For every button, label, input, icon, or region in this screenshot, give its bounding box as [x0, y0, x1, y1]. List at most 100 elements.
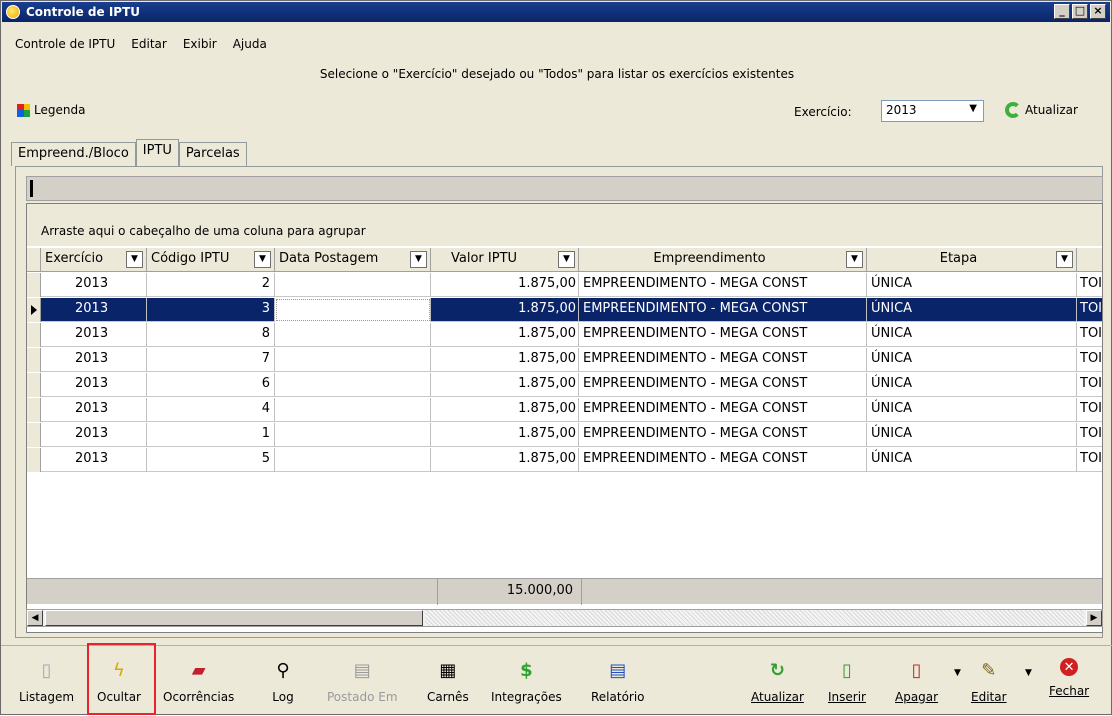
ocorrencias-label: Ocorrências [163, 690, 235, 704]
grid-header: Exercício ▼ Código IPTU ▼ Data Postagem … [27, 248, 1102, 272]
integracoes-button[interactable]: $ Integrações [491, 652, 562, 712]
cell-valor: 1.875,00 [431, 348, 579, 372]
cell-data-focused[interactable] [275, 298, 431, 322]
calendar-icon: ▤ [353, 659, 371, 681]
cell-etapa: ÚNICA [867, 398, 1077, 422]
relatorio-label: Relatório [591, 690, 645, 704]
col-valor-label: Valor IPTU [451, 251, 518, 266]
col-codigo[interactable]: Código IPTU ▼ [147, 248, 275, 272]
postado-em-label: Postado Em [327, 690, 398, 704]
integracoes-label: Integrações [491, 690, 562, 704]
chevron-down-icon[interactable]: ▼ [410, 251, 427, 268]
maximize-button[interactable]: □ [1072, 4, 1088, 19]
cell-empreendimento: EMPREENDIMENTO - MEGA CONST [579, 273, 867, 297]
col-etapa[interactable]: Etapa ▼ [867, 248, 1077, 272]
fechar-button[interactable]: ✕ Fechar [1049, 652, 1089, 712]
top-refresh-label: Atualizar [1025, 103, 1078, 117]
horizontal-scrollbar[interactable]: ◀ ▶ [26, 609, 1103, 627]
atualizar-button[interactable]: ↻ Atualizar [751, 652, 804, 712]
table-row[interactable]: 2013 4 1.875,00 EMPREENDIMENTO - MEGA CO… [27, 398, 1102, 422]
cell-codigo: 1 [147, 423, 275, 447]
chevron-down-icon[interactable]: ▼ [126, 251, 143, 268]
close-window-button[interactable]: × [1090, 4, 1106, 19]
scroll-track[interactable] [425, 610, 1084, 626]
apagar-button[interactable]: ▯ Apagar [895, 652, 938, 712]
menu-editar[interactable]: Editar [129, 37, 169, 57]
grid-footer: 15.000,00 [27, 578, 1102, 605]
log-button[interactable]: ⚲ Log [271, 652, 295, 712]
legend-label: Legenda [34, 103, 86, 117]
col-exercicio[interactable]: Exercício ▼ [41, 248, 147, 272]
ocorrencias-button[interactable]: ▰ Ocorrências [163, 652, 234, 712]
editar-label: Editar [971, 690, 1007, 704]
grid-filter-bar[interactable] [26, 176, 1103, 201]
menu-controle[interactable]: Controle de IPTU [13, 37, 117, 57]
tab-parcelas[interactable]: Parcelas [178, 142, 247, 166]
refresh-icon [1005, 102, 1021, 118]
exercicio-select[interactable]: 2013 ▼ [881, 100, 984, 122]
legend-button[interactable]: Legenda [17, 103, 85, 117]
row-indicator [27, 373, 41, 397]
table-row[interactable]: 2013 7 1.875,00 EMPREENDIMENTO - MEGA CO… [27, 348, 1102, 372]
col-empreendimento-label: Empreendimento [653, 251, 766, 266]
group-drop-area[interactable]: Arraste aqui o cabeçalho de uma coluna p… [27, 204, 1102, 246]
editar-dropdown-icon[interactable]: ▼ [1025, 668, 1032, 678]
row-indicator [27, 298, 41, 322]
table-row-selected[interactable]: 2013 3 1.875,00 EMPREENDIMENTO - MEGA CO… [27, 298, 1102, 322]
col-data[interactable]: Data Postagem ▼ [275, 248, 431, 272]
cell-valor: 1.875,00 [431, 423, 579, 447]
ipt-window: Controle de IPTU _ □ × Controle de IPTU … [0, 0, 1112, 715]
editar-button[interactable]: ✎ Editar [971, 652, 1007, 712]
document-icon: ▯ [41, 659, 52, 681]
apagar-dropdown-icon[interactable]: ▼ [954, 668, 961, 678]
cell-data [275, 323, 431, 347]
exercicio-label: Exercício: [794, 105, 852, 119]
chevron-down-icon[interactable]: ▼ [558, 251, 575, 268]
col-etapa-label: Etapa [939, 251, 978, 266]
table-row[interactable]: 2013 1 1.875,00 EMPREENDIMENTO - MEGA CO… [27, 423, 1102, 447]
scroll-thumb[interactable] [45, 610, 423, 626]
minimize-button[interactable]: _ [1054, 4, 1070, 19]
table-row[interactable]: 2013 5 1.875,00 EMPREENDIMENTO - MEGA CO… [27, 448, 1102, 472]
table-row[interactable]: 2013 8 1.875,00 EMPREENDIMENTO - MEGA CO… [27, 323, 1102, 347]
col-extra[interactable] [1077, 248, 1104, 272]
scroll-right-icon[interactable]: ▶ [1086, 610, 1102, 626]
table-row[interactable]: 2013 6 1.875,00 EMPREENDIMENTO - MEGA CO… [27, 373, 1102, 397]
cell-codigo: 3 [147, 298, 275, 322]
carnes-label: Carnês [427, 690, 469, 704]
listagem-button[interactable]: ▯ Listagem [19, 652, 74, 712]
col-empreendimento[interactable]: Empreendimento ▼ [579, 248, 867, 272]
cell-exercicio: 2013 [41, 448, 147, 472]
cell-data [275, 423, 431, 447]
row-indicator [27, 448, 41, 472]
relatorio-button[interactable]: ▤ Relatório [591, 652, 645, 712]
carnes-button[interactable]: ▦ Carnês [427, 652, 469, 712]
cell-extra: TOI [1080, 276, 1103, 291]
inserir-button[interactable]: ▯ Inserir [828, 652, 866, 712]
tab-empreend[interactable]: Empreend./Bloco [11, 142, 136, 166]
cell-valor: 1.875,00 [431, 398, 579, 422]
postado-em-button[interactable]: ▤ Postado Em [327, 652, 398, 712]
refresh-icon: ↻ [769, 659, 785, 681]
chevron-down-icon[interactable]: ▼ [254, 251, 271, 268]
cell-data [275, 348, 431, 372]
tab-iptu[interactable]: IPTU [135, 139, 179, 167]
ocultar-highlight-box [87, 643, 156, 715]
tab-strip: Empreend./Bloco IPTU Parcelas [11, 138, 247, 167]
scroll-left-icon[interactable]: ◀ [27, 610, 43, 626]
cell-valor: 1.875,00 [431, 323, 579, 347]
table-row[interactable]: 2013 2 1.875,00 EMPREENDIMENTO - MEGA CO… [27, 273, 1102, 297]
action-toolbar: ▯ Listagem ϟ Ocultar ▰ Ocorrências ⚲ Log… [1, 645, 1112, 716]
chevron-down-icon[interactable]: ▼ [1056, 251, 1073, 268]
menu-exibir[interactable]: Exibir [181, 37, 219, 57]
row-indicator [27, 323, 41, 347]
chevron-down-icon[interactable]: ▼ [846, 251, 863, 268]
top-refresh-button[interactable]: Atualizar [1005, 102, 1078, 118]
current-row-icon [31, 305, 37, 315]
log-label: Log [272, 690, 294, 704]
cell-exercicio: 2013 [41, 298, 147, 322]
menu-bar: Controle de IPTU Editar Exibir Ajuda [13, 37, 269, 57]
group-hint: Arraste aqui o cabeçalho de uma coluna p… [41, 224, 366, 238]
col-valor[interactable]: Valor IPTU ▼ [431, 248, 579, 272]
menu-ajuda[interactable]: Ajuda [231, 37, 269, 57]
